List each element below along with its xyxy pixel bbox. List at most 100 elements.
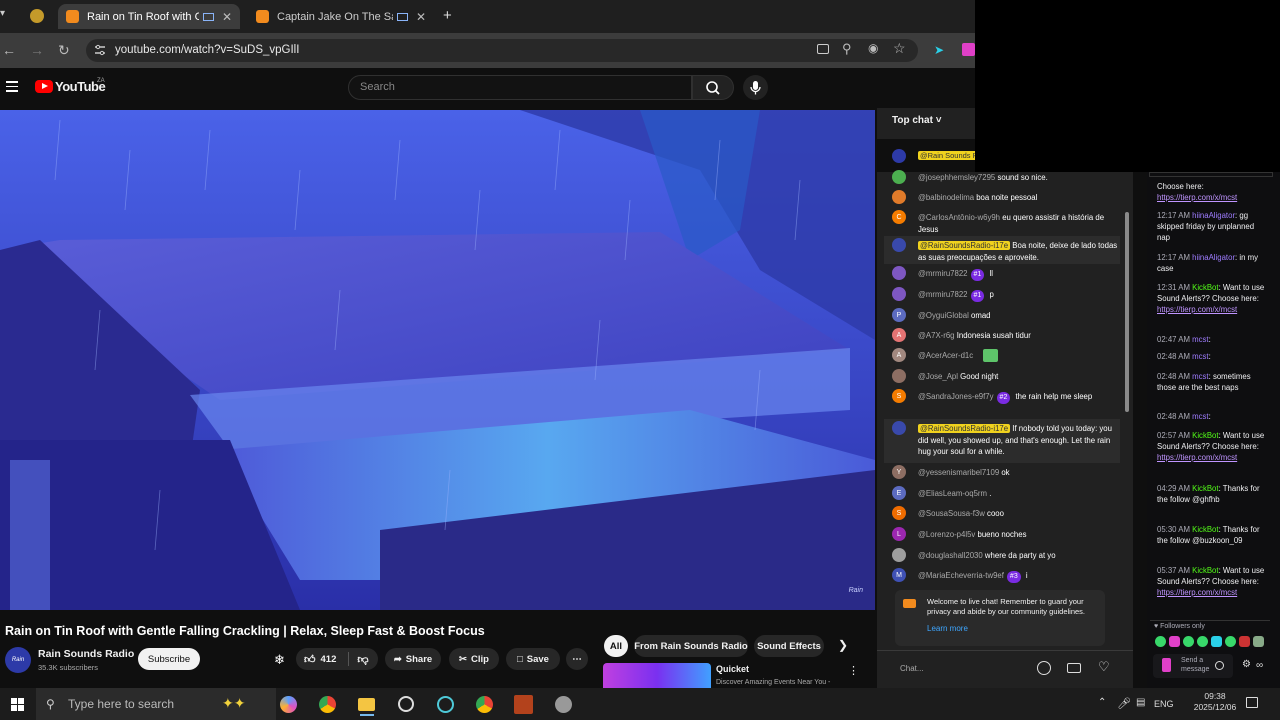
chat-message[interactable]: @AcerAcer-d1c xyxy=(918,350,1118,362)
bookmark-star-icon[interactable]: ☆ xyxy=(893,40,906,57)
chat-author[interactable]: @Jose_Apl xyxy=(918,372,958,381)
chat-author[interactable]: @A7X-r6g xyxy=(918,331,955,340)
chat-message[interactable]: @MariaEcheverria-tw9ef #3 i xyxy=(918,570,1118,583)
chat-message[interactable]: @josephhemsley7295 sound so nice. xyxy=(918,172,1118,184)
stream-chat-message[interactable]: 05:30 AM KickBot: Thanks for the follow … xyxy=(1157,524,1267,546)
chat-author[interactable]: @SandraJones-e9f7y xyxy=(918,392,994,401)
youtube-logo-icon[interactable] xyxy=(35,80,53,93)
back-icon[interactable]: ← xyxy=(2,42,16,58)
search-input[interactable] xyxy=(348,75,692,100)
language-indicator[interactable]: ENG xyxy=(1154,699,1174,709)
file-explorer-icon[interactable] xyxy=(358,698,375,711)
chat-author[interactable]: @mrmiru7822 xyxy=(918,269,968,278)
channel-name[interactable]: Rain Sounds Radio xyxy=(38,648,134,660)
stream-chat-message[interactable]: 12:17 AM hiinaAligator: in my case xyxy=(1157,252,1267,274)
install-app-icon[interactable] xyxy=(817,44,829,54)
chat-message[interactable]: @mrmiru7822 #1 ll xyxy=(918,268,1118,281)
chat-message[interactable]: @SandraJones-e9f7y #2 the rain help me sl… xyxy=(918,391,1118,404)
taskbar-clock[interactable]: 09:38 2025/12/06 xyxy=(1190,691,1240,713)
search-button[interactable] xyxy=(692,75,734,100)
extension-icon[interactable]: ➤ xyxy=(934,43,944,57)
tab-captain-jake[interactable]: Captain Jake On The Saga ✕ xyxy=(248,4,434,29)
stream-chat-message[interactable]: 02:47 AM mcst: xyxy=(1157,334,1267,345)
chat-link[interactable]: https://tierp.com/x/mcst xyxy=(1157,588,1237,597)
eye-off-icon[interactable]: ◉ xyxy=(868,41,878,55)
stream-chat-message[interactable]: 02:48 AM mcst: sometimes those are the b… xyxy=(1157,371,1267,393)
chat-author[interactable]: @RainSoundsRadio-i17e xyxy=(918,241,1011,250)
chip-from-channel[interactable]: From Rain Sounds Radio xyxy=(634,635,748,657)
stream-chat-message[interactable]: 12:31 AM KickBot: Want to use Sound Aler… xyxy=(1157,282,1267,315)
chat-author[interactable]: @OyguiGlobal xyxy=(918,311,969,320)
network-icon[interactable]: ▤ xyxy=(1136,697,1145,708)
thanks-icon[interactable]: ❄ xyxy=(274,652,285,668)
chat-message[interactable]: @SousaSousa-f3w cooo xyxy=(918,508,1118,520)
chat-input[interactable]: Chat... xyxy=(900,664,924,673)
super-chat-icon[interactable] xyxy=(1067,663,1081,673)
obs-icon[interactable] xyxy=(398,696,414,712)
chat-message[interactable]: @RainSoundsRadio-i17e Boa noite, deixe d… xyxy=(918,240,1118,263)
tab-list-chevron-icon[interactable]: ▾ xyxy=(0,8,5,19)
chat-author[interactable]: @douglashall2030 xyxy=(918,551,983,560)
thumbs-down-icon[interactable]: 👎︎ xyxy=(357,653,368,666)
close-tab-icon[interactable]: ✕ xyxy=(222,10,232,24)
chat-message[interactable]: @Lorenzo-p4l5v bueno noches xyxy=(918,529,1118,541)
recommended-thumbnail[interactable] xyxy=(603,663,711,688)
windows-start-icon[interactable] xyxy=(11,698,24,711)
chat-author[interactable]: @Lorenzo-p4l5v xyxy=(918,530,975,539)
more-actions-icon[interactable]: ⋯ xyxy=(566,648,588,670)
chat-author[interactable]: @EliasLeam-oq5rm xyxy=(918,489,987,498)
close-tab-icon[interactable]: ✕ xyxy=(416,10,426,24)
chat-author[interactable]: @yessenismaribel7109 xyxy=(918,468,999,477)
chat-author[interactable]: @RainSoundsRadio-i17e xyxy=(918,424,1011,433)
chrome-icon[interactable] xyxy=(319,696,336,713)
chat-author[interactable]: @SousaSousa-f3w xyxy=(918,509,985,518)
new-tab-icon[interactable]: + xyxy=(443,7,452,24)
app-icon[interactable] xyxy=(555,696,572,713)
microphone-icon[interactable]: 🎤︎ xyxy=(1117,697,1131,710)
chat-message[interactable]: @yessenismaribel7109 ok xyxy=(918,467,1118,479)
chat-message[interactable]: @A7X-r6g Indonesia susah tidur xyxy=(918,330,1118,342)
chat-link[interactable]: https://tierp.com/x/mcst xyxy=(1157,305,1237,314)
emote-bar[interactable] xyxy=(1155,636,1264,647)
extension-icon[interactable] xyxy=(962,43,975,56)
top-chat-dropdown[interactable]: Top chat ˅ xyxy=(892,115,942,126)
channel-avatar[interactable]: Rain xyxy=(5,647,31,673)
recommended-title[interactable]: Quicket xyxy=(716,664,749,674)
clip-button[interactable]: ✂ Clip xyxy=(449,648,499,670)
game-icon[interactable] xyxy=(514,695,533,714)
chat-author[interactable]: @MariaEcheverria-tw9ef xyxy=(918,571,1004,580)
tab-rain-on-tin-roof[interactable]: Rain on Tin Roof with Gentle ✕ xyxy=(58,4,240,29)
chat-link[interactable]: https://tierp.com/x/mcst xyxy=(1157,453,1237,462)
chevron-right-icon[interactable]: ❯ xyxy=(838,638,848,652)
chat-message[interactable]: @douglashall2030 where da party at yo xyxy=(918,550,1118,562)
chat-author[interactable]: @balbinodelima xyxy=(918,193,974,202)
voice-search-icon[interactable] xyxy=(743,75,768,100)
like-button[interactable]: 👍︎ 412 👎︎ xyxy=(296,648,378,670)
zoom-icon[interactable]: ⚲ xyxy=(842,41,852,57)
users-icon[interactable]: ∞ xyxy=(1256,660,1263,671)
heart-icon[interactable]: ♡ xyxy=(1098,659,1110,675)
chat-message[interactable]: @EliasLeam-oq5rm . xyxy=(918,488,1118,500)
chip-all[interactable]: All xyxy=(604,635,628,657)
stream-chat-message[interactable]: 12:17 AM hiinaAligator: gg skipped frida… xyxy=(1157,210,1267,243)
emoji-icon[interactable] xyxy=(1037,661,1051,675)
show-hidden-icons-icon[interactable]: ⌃ xyxy=(1098,697,1106,708)
menu-icon[interactable] xyxy=(6,81,18,92)
reload-icon[interactable]: ↻ xyxy=(58,42,70,59)
chip-sound-effects[interactable]: Sound Effects xyxy=(754,635,824,657)
chat-message[interactable]: @Jose_Apl Good night xyxy=(918,371,1118,383)
chat-author[interactable]: @mrmiru7822 xyxy=(918,290,968,299)
stream-chat-message[interactable]: 02:48 AM mcst: xyxy=(1157,351,1267,362)
pinned-message[interactable]: @Rain Sounds R xyxy=(918,151,981,160)
chat-message[interactable]: @RainSoundsRadio-i17e If nobody told you… xyxy=(918,423,1118,458)
save-button[interactable]: □ Save xyxy=(506,648,560,670)
chat-message[interactable]: @mrmiru7822 #1 p xyxy=(918,289,1118,302)
share-button[interactable]: ➦ Share xyxy=(385,648,441,670)
chat-message[interactable]: @CarlosAntônio-w6y9h eu quero assistir a… xyxy=(918,212,1118,235)
chat-link[interactable]: https://tierp.com/x/mcst xyxy=(1157,193,1237,202)
subscribe-button[interactable]: Subscribe xyxy=(138,648,200,670)
forward-icon[interactable]: → xyxy=(30,42,44,58)
notifications-icon[interactable] xyxy=(1246,697,1258,708)
stream-chat-message[interactable]: 05:37 AM KickBot: Want to use Sound Aler… xyxy=(1157,565,1267,598)
chat-message[interactable]: @OyguiGlobal omad xyxy=(918,310,1118,322)
